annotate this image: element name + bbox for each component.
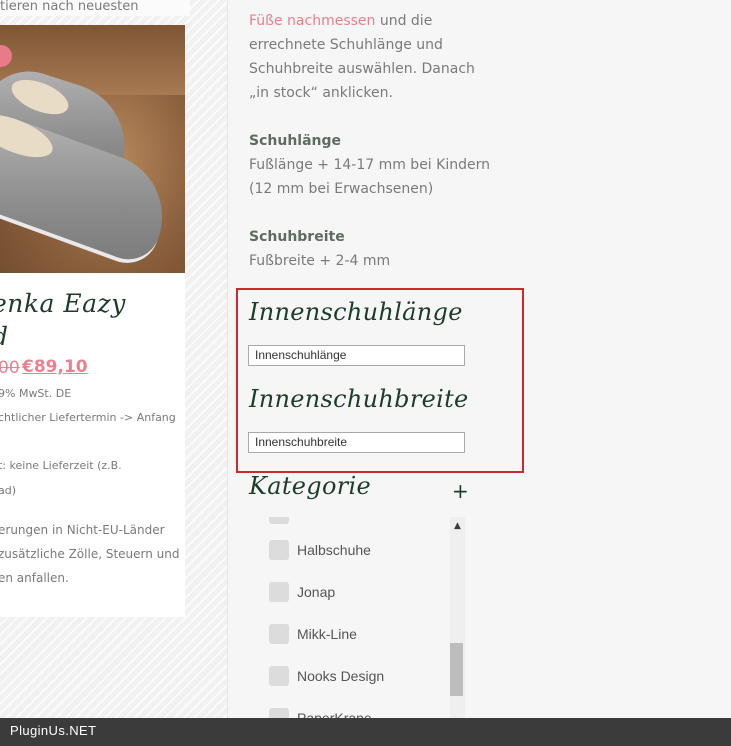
footer-label[interactable]: PluginUs.NET — [10, 723, 96, 738]
scrollbar-thumb[interactable] — [450, 643, 463, 696]
delivery-note: chtlicher Liefertermin -> Anfang — [0, 411, 176, 424]
category-heading: Kategorie — [249, 472, 371, 500]
product-title-line: enka Eazy — [0, 289, 126, 318]
product-title-line: d — [0, 320, 192, 353]
category-item[interactable]: Nooks Design — [269, 665, 449, 687]
instruction-text: „in stock“ anklicken. — [249, 85, 393, 101]
instruction-text: Schuhbreite auswählen. Danach — [249, 61, 475, 77]
product-card[interactable]: enka Eazy d 00 €89,10 9% MwSt. DE chtlic… — [0, 25, 185, 617]
shoe-length-text: (12 mm bei Erwachsenen) — [249, 181, 434, 197]
checkbox[interactable] — [269, 708, 289, 718]
shoe-width-heading: Schuhbreite — [249, 229, 345, 245]
category-item[interactable] — [269, 517, 449, 525]
category-label: Halbschuhe — [297, 542, 371, 558]
sort-label: tieren nach neuesten — [0, 0, 139, 14]
shipping-note: erungen in Nicht-EU-Länder — [0, 523, 165, 537]
old-price: 00 — [0, 358, 20, 378]
inner-length-input[interactable]: Innenschuhlänge — [248, 345, 465, 366]
measure-feet-link[interactable]: Füße nachmessen — [249, 13, 375, 29]
sort-dropdown[interactable]: tieren nach neuesten — [0, 0, 190, 16]
instruction-fragment: und die — [375, 13, 433, 29]
delivery-note: ad) — [0, 484, 17, 497]
plus-icon[interactable]: + — [452, 479, 469, 503]
shoe-width-text: Fußbreite + 2-4 mm — [249, 253, 391, 269]
category-label: Mikk-Line — [297, 626, 357, 642]
instruction-text: Füße nachmessen und die — [249, 9, 432, 33]
category-label: Jonap — [297, 584, 336, 600]
shipping-note: zusätzliche Zölle, Steuern und — [0, 547, 180, 561]
vat-note: 9% MwSt. DE — [0, 387, 72, 400]
checkbox[interactable] — [269, 624, 289, 644]
shipping-note: en anfallen. — [0, 571, 69, 585]
checkbox[interactable] — [269, 666, 289, 686]
category-label: PaperKrane — [297, 710, 372, 718]
checkbox[interactable] — [269, 540, 289, 560]
product-title[interactable]: enka Eazy d — [0, 287, 192, 353]
instruction-text: errechnete Schuhlänge und — [249, 37, 443, 53]
sale-price: €89,10 — [22, 357, 88, 377]
delivery-note: t: keine Lieferzeit (z.B. — [0, 459, 122, 472]
inner-length-heading: Innenschuhlänge — [249, 298, 463, 326]
product-image[interactable] — [0, 25, 185, 273]
category-item[interactable]: Jonap — [269, 581, 449, 603]
category-item[interactable]: Halbschuhe — [269, 539, 449, 561]
checkbox[interactable] — [269, 517, 289, 524]
category-label: Nooks Design — [297, 668, 385, 684]
shoe-length-heading: Schuhlänge — [249, 133, 342, 149]
scroll-up-arrow-icon[interactable]: ▲ — [450, 519, 465, 533]
inner-width-input[interactable]: Innenschuhbreite — [248, 432, 465, 453]
inner-width-heading: Innenschuhbreite — [249, 385, 469, 413]
checkbox[interactable] — [269, 582, 289, 602]
category-item[interactable]: Mikk-Line — [269, 623, 449, 645]
category-item[interactable]: PaperKrane — [269, 707, 449, 718]
footer-bar: PluginUs.NET — [0, 718, 731, 746]
category-list[interactable]: Halbschuhe Jonap Mikk-Line Nooks Design … — [249, 517, 465, 718]
shoe-length-text: Fußlänge + 14-17 mm bei Kindern — [249, 157, 490, 173]
